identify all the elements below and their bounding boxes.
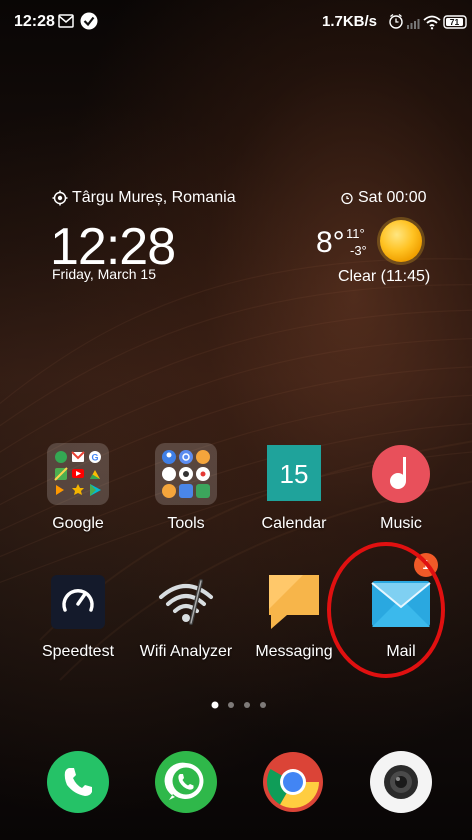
app-music[interactable]: Music bbox=[351, 443, 451, 533]
app-label: Wifi Analyzer bbox=[139, 643, 233, 660]
app-calendar[interactable]: 15 Calendar bbox=[244, 443, 344, 533]
highlight-circle bbox=[327, 542, 445, 678]
status-time: 12:28 bbox=[14, 13, 55, 30]
battery-icon: 71 bbox=[443, 15, 467, 29]
tools-folder-icon bbox=[155, 443, 217, 505]
dock-chrome[interactable] bbox=[261, 750, 325, 814]
dock-phone[interactable] bbox=[46, 750, 110, 814]
status-bar: 12:28 1.7KB/s 71 bbox=[0, 0, 472, 44]
app-label: Music bbox=[380, 515, 422, 532]
google-folder-icon: G bbox=[47, 443, 109, 505]
battery-level: 71 bbox=[450, 17, 460, 27]
mail-icon bbox=[58, 14, 74, 28]
app-label: Google bbox=[52, 515, 104, 532]
wifi-analyzer-icon bbox=[155, 571, 217, 633]
alarm-icon bbox=[341, 192, 353, 205]
chrome-icon bbox=[263, 752, 323, 812]
app-google[interactable]: G Google bbox=[28, 443, 128, 533]
app-tools[interactable]: Tools bbox=[136, 443, 236, 533]
svg-text:G: G bbox=[91, 453, 98, 463]
dock-camera[interactable] bbox=[369, 750, 433, 814]
wallpaper-swirl bbox=[0, 258, 472, 681]
app-label: Calendar bbox=[261, 515, 327, 532]
app-speedtest[interactable]: Speedtest bbox=[28, 571, 128, 661]
wifi-icon bbox=[423, 15, 441, 30]
app-wifi-analyzer[interactable]: Wifi Analyzer bbox=[136, 571, 236, 661]
calendar-icon: 15 bbox=[263, 443, 325, 505]
app-label: Speedtest bbox=[41, 643, 115, 660]
network-speed: 1.7KB/s bbox=[322, 13, 378, 30]
sun-icon bbox=[377, 217, 425, 265]
location-icon bbox=[52, 190, 68, 206]
messaging-icon bbox=[263, 571, 325, 633]
temperature-high: 11° bbox=[346, 226, 365, 241]
widget-date: Friday, March 15 bbox=[52, 266, 156, 282]
phone-icon bbox=[47, 751, 109, 813]
page-indicator[interactable] bbox=[210, 700, 270, 710]
music-icon bbox=[370, 443, 432, 505]
calendar-day: 15 bbox=[280, 459, 309, 489]
status-icons: 71 bbox=[389, 13, 467, 30]
app-label: Tools bbox=[167, 515, 205, 532]
weather-condition: Clear (11:45) bbox=[338, 268, 431, 285]
location-label: Târgu Mureș, Romania bbox=[72, 189, 236, 206]
temperature: 8° bbox=[316, 226, 345, 259]
dock-whatsapp[interactable] bbox=[154, 750, 218, 814]
alarm-label: Sat 00:00 bbox=[358, 189, 427, 206]
signal-icon bbox=[407, 19, 420, 29]
camera-icon bbox=[370, 751, 432, 813]
alarm-icon bbox=[389, 13, 403, 29]
speedtest-icon bbox=[47, 571, 109, 633]
check-icon bbox=[80, 12, 98, 30]
temperature-low: -3° bbox=[350, 243, 367, 258]
whatsapp-icon bbox=[155, 751, 217, 813]
